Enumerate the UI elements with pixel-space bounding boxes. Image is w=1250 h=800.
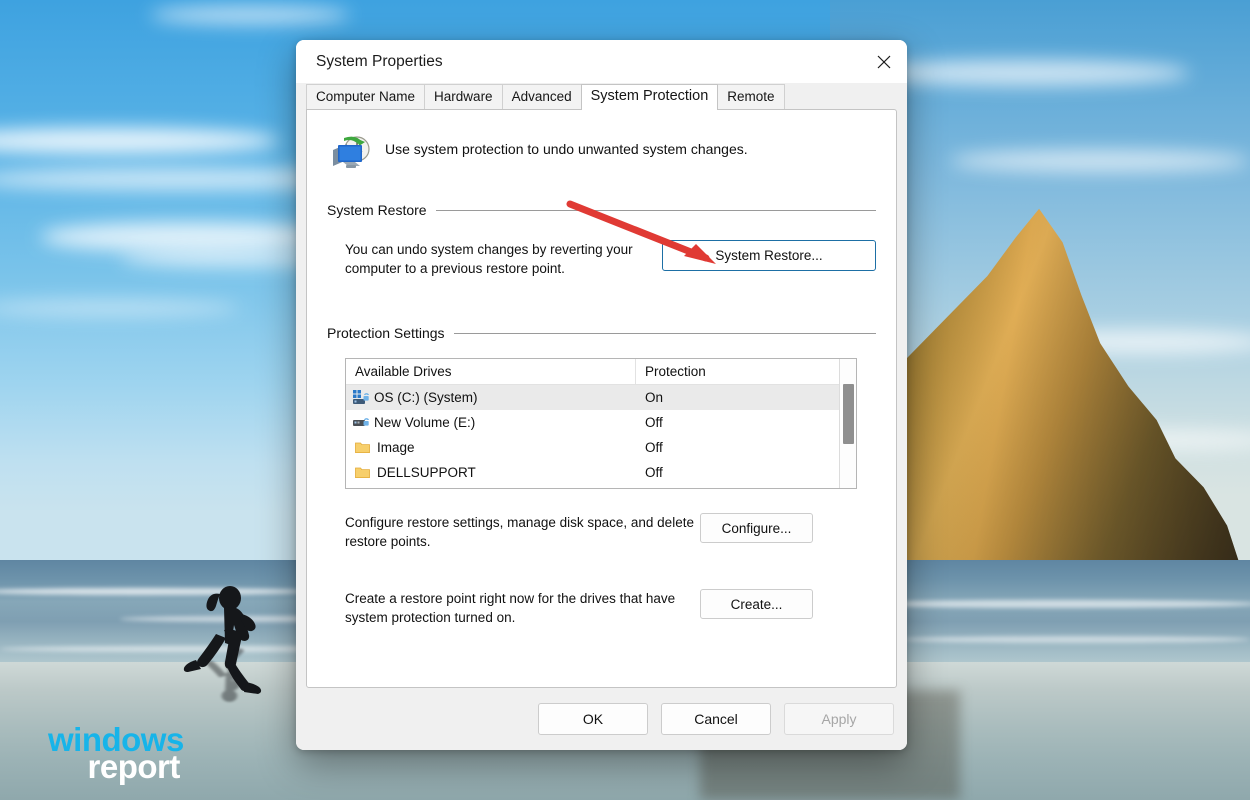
close-icon bbox=[877, 55, 891, 69]
drive-cell: OS (C:) (System) bbox=[346, 390, 636, 405]
configure-description: Configure restore settings, manage disk … bbox=[345, 513, 700, 551]
create-button[interactable]: Create... bbox=[700, 589, 813, 619]
table-row[interactable]: Image Off bbox=[346, 435, 839, 460]
tab-hardware[interactable]: Hardware bbox=[424, 84, 503, 110]
group-header-protection-settings: Protection Settings bbox=[327, 325, 876, 341]
list-header-row: Available Drives Protection bbox=[346, 359, 839, 385]
create-description: Create a restore point right now for the… bbox=[345, 589, 700, 627]
protection-status: Off bbox=[636, 465, 839, 480]
apply-button: Apply bbox=[784, 703, 894, 735]
close-button[interactable] bbox=[861, 40, 907, 83]
tab-panel-system-protection: Use system protection to undo unwanted s… bbox=[306, 109, 897, 688]
tab-computer-name[interactable]: Computer Name bbox=[306, 84, 425, 110]
cloud bbox=[0, 300, 240, 316]
tab-strip: Computer Name Hardware Advanced System P… bbox=[296, 83, 907, 110]
column-header-protection: Protection bbox=[636, 359, 839, 384]
drive-label: DELLSUPPORT bbox=[377, 465, 476, 480]
create-block: Create a restore point right now for the… bbox=[345, 589, 876, 627]
protection-status: On bbox=[636, 390, 839, 405]
folder-icon bbox=[355, 466, 370, 479]
intro-row: Use system protection to undo unwanted s… bbox=[327, 130, 876, 174]
system-properties-dialog: System Properties Computer Name Hardware… bbox=[296, 40, 907, 750]
dialog-footer: OK Cancel Apply bbox=[296, 688, 907, 750]
drive-label: Image bbox=[377, 440, 415, 455]
hard-drive-icon bbox=[353, 415, 369, 430]
protection-settings-list[interactable]: Available Drives Protection bbox=[345, 358, 857, 489]
drive-label: New Volume (E:) bbox=[374, 415, 475, 430]
cloud bbox=[150, 6, 350, 24]
system-restore-description: You can undo system changes by reverting… bbox=[345, 240, 647, 278]
table-row[interactable]: OS (C:) (System) On bbox=[346, 385, 839, 410]
table-row[interactable]: New Volume (E:) Off bbox=[346, 410, 839, 435]
protection-status: Off bbox=[636, 440, 839, 455]
system-protection-icon bbox=[327, 130, 371, 174]
tab-advanced[interactable]: Advanced bbox=[502, 84, 582, 110]
table-row[interactable]: DELLSUPPORT Off bbox=[346, 460, 839, 485]
title-bar: System Properties bbox=[296, 40, 907, 83]
desktop-wallpaper: windows report System Properties Compute… bbox=[0, 0, 1250, 800]
scrollbar-thumb[interactable] bbox=[843, 384, 854, 444]
window-title: System Properties bbox=[296, 53, 861, 71]
group-divider bbox=[436, 210, 876, 211]
list-body: Available Drives Protection bbox=[346, 359, 839, 488]
cancel-button[interactable]: Cancel bbox=[661, 703, 771, 735]
cloud bbox=[40, 222, 340, 252]
os-drive-icon bbox=[353, 390, 369, 405]
surf-line bbox=[900, 636, 1250, 643]
tab-system-protection[interactable]: System Protection bbox=[581, 84, 719, 110]
configure-block: Configure restore settings, manage disk … bbox=[345, 513, 876, 551]
group-header-system-restore: System Restore bbox=[327, 202, 876, 218]
surf-line bbox=[860, 600, 1250, 608]
drive-cell: Image bbox=[346, 440, 636, 455]
drive-cell: New Volume (E:) bbox=[346, 415, 636, 430]
drive-cell: DELLSUPPORT bbox=[346, 465, 636, 480]
protection-status: Off bbox=[636, 415, 839, 430]
system-restore-button[interactable]: System Restore... bbox=[662, 240, 876, 271]
ok-button[interactable]: OK bbox=[538, 703, 648, 735]
tab-remote[interactable]: Remote bbox=[717, 84, 784, 110]
runner-reflection bbox=[168, 640, 288, 706]
intro-text: Use system protection to undo unwanted s… bbox=[385, 130, 748, 157]
column-header-available-drives: Available Drives bbox=[346, 359, 636, 384]
drive-label: OS (C:) (System) bbox=[374, 390, 478, 405]
group-divider bbox=[454, 333, 876, 334]
group-label-protection-settings: Protection Settings bbox=[327, 325, 445, 341]
configure-button[interactable]: Configure... bbox=[700, 513, 813, 543]
folder-icon bbox=[355, 441, 370, 454]
list-scrollbar[interactable] bbox=[839, 359, 856, 488]
cloud bbox=[0, 128, 280, 154]
group-label-system-restore: System Restore bbox=[327, 202, 427, 218]
system-restore-block: You can undo system changes by reverting… bbox=[327, 240, 876, 278]
